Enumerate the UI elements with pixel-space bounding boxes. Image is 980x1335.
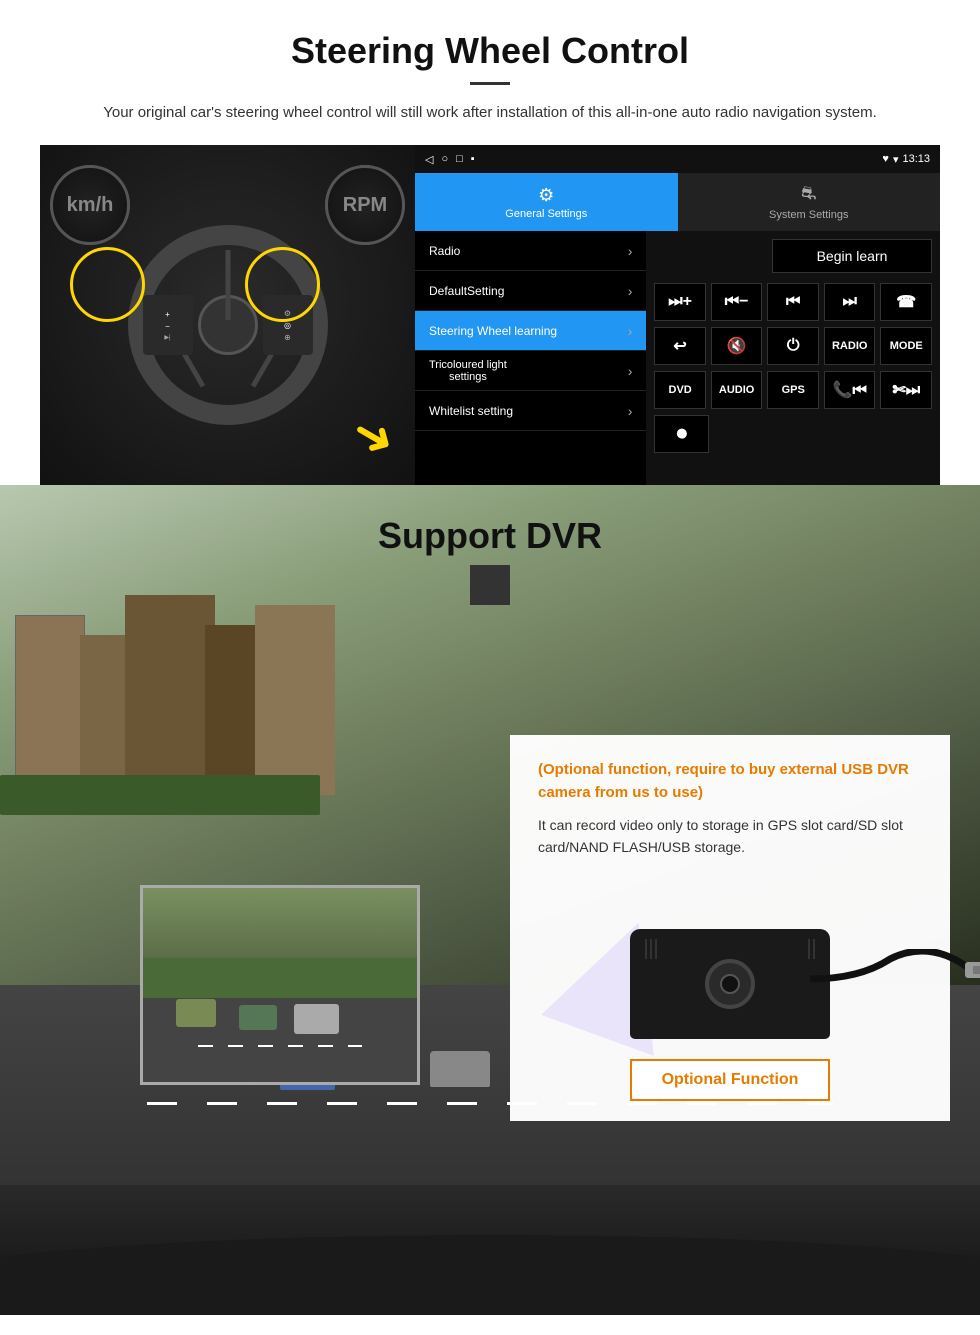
menu-item-whitelist[interactable]: Whitelist setting ›: [415, 391, 646, 431]
signal-icon: ♥: [882, 153, 889, 165]
ctrl-row-1: ⏭+ ⏮− ⏮ ⏭ ☎: [654, 283, 932, 321]
menu-chevron-default: ›: [628, 283, 633, 299]
dvr-camera-illustration: [538, 879, 922, 1039]
ctrl-vol-up[interactable]: ⏭+: [654, 283, 706, 321]
menu-list: Radio › DefaultSetting › Steering Wheel …: [415, 231, 646, 485]
steering-composite: km/h RPM + − ▶|: [40, 145, 940, 485]
menu-item-whitelist-label: Whitelist setting: [429, 404, 513, 418]
ctrl-record[interactable]: ⏺: [654, 415, 709, 453]
ctrl-phone-prev[interactable]: 📞⏮: [824, 371, 876, 409]
general-settings-icon: ⚙: [538, 185, 554, 206]
menu-item-default-setting[interactable]: DefaultSetting ›: [415, 271, 646, 311]
title-divider: [470, 82, 510, 85]
ctrl-next-track[interactable]: ⏭: [824, 283, 876, 321]
wifi-icon: ▾: [893, 153, 899, 166]
dvr-divider: [470, 565, 510, 605]
menu-chevron-steering: ›: [628, 323, 633, 339]
begin-learn-row: Begin learn: [654, 239, 932, 273]
ctrl-row-2: ↩ 🔇 ⏻ RADIO MODE: [654, 327, 932, 365]
nav-recent-icon[interactable]: □: [456, 153, 463, 166]
menu-item-radio-label: Radio: [429, 244, 460, 258]
optional-function-button[interactable]: Optional Function: [630, 1059, 831, 1101]
android-statusbar: ◁ ○ □ ▪ ♥ ▾ 13:13: [415, 145, 940, 173]
nav-cast-icon[interactable]: ▪: [471, 153, 475, 166]
subtitle-text: Your original car's steering wheel contr…: [80, 101, 900, 125]
dvr-cable-svg: [810, 949, 980, 1029]
dvr-title-area: Support DVR: [0, 485, 980, 615]
controls-panel: Begin learn ⏭+ ⏮− ⏮ ⏭ ☎ ↩ 🔇 ⏻: [646, 231, 940, 485]
dvr-camera-body: [630, 929, 830, 1039]
page-title: Steering Wheel Control: [40, 30, 940, 72]
ctrl-row-3: DVD AUDIO GPS 📞⏮ ✄⏭: [654, 371, 932, 409]
ctrl-mute[interactable]: 🔇: [711, 327, 763, 365]
menu-item-tricoloured-label: Tricoloured lightsettings: [429, 359, 507, 383]
ctrl-hang-up[interactable]: ↩: [654, 327, 706, 365]
begin-learn-button[interactable]: Begin learn: [772, 239, 932, 273]
dvr-preview-inner: [143, 888, 417, 1082]
system-settings-icon: ⛐: [801, 183, 817, 207]
nav-home-icon[interactable]: ○: [441, 153, 448, 166]
menu-chevron-radio: ›: [628, 243, 633, 259]
dvr-desc-text: It can record video only to storage in G…: [538, 814, 922, 859]
ctrl-dvd[interactable]: DVD: [654, 371, 706, 409]
ctrl-next-special[interactable]: ✄⏭: [880, 371, 932, 409]
dvr-preview-thumbnail: [140, 885, 420, 1085]
steering-wheel-image: km/h RPM + − ▶|: [40, 145, 415, 485]
ctrl-radio[interactable]: RADIO: [824, 327, 876, 365]
android-ui-panel: ◁ ○ □ ▪ ♥ ▾ 13:13 ⚙ General Settings: [415, 145, 940, 485]
ctrl-vol-down[interactable]: ⏮−: [711, 283, 763, 321]
menu-item-default-label: DefaultSetting: [429, 284, 504, 298]
android-tabs: ⚙ General Settings ⛐ System Settings: [415, 173, 940, 231]
ctrl-phone[interactable]: ☎: [880, 283, 932, 321]
ctrl-gps[interactable]: GPS: [767, 371, 819, 409]
statusbar-info: ♥ ▾ 13:13: [882, 153, 930, 166]
ctrl-power[interactable]: ⏻: [767, 327, 819, 365]
menu-item-steering-label: Steering Wheel learning: [429, 324, 557, 338]
menu-item-tricoloured[interactable]: Tricoloured lightsettings ›: [415, 351, 646, 391]
dvr-info-card: (Optional function, require to buy exter…: [510, 735, 950, 1121]
nav-back-icon[interactable]: ◁: [425, 153, 433, 166]
android-content: Radio › DefaultSetting › Steering Wheel …: [415, 231, 940, 485]
menu-chevron-whitelist: ›: [628, 403, 633, 419]
ctrl-row-4: ⏺: [654, 415, 932, 453]
dvr-title: Support DVR: [0, 515, 980, 557]
dvr-section: Support DVR: [0, 485, 980, 1315]
ctrl-audio[interactable]: AUDIO: [711, 371, 763, 409]
status-time: 13:13: [902, 153, 930, 165]
menu-item-radio[interactable]: Radio ›: [415, 231, 646, 271]
menu-item-steering-wheel[interactable]: Steering Wheel learning ›: [415, 311, 646, 351]
tab-general-label: General Settings: [505, 208, 587, 220]
ctrl-prev-track[interactable]: ⏮: [767, 283, 819, 321]
dvr-background: Support DVR: [0, 485, 980, 1185]
dashboard-bottom: [0, 1185, 980, 1315]
tab-system-label: System Settings: [769, 209, 848, 221]
steering-wheel-section: Steering Wheel Control Your original car…: [0, 0, 980, 485]
tab-general-settings[interactable]: ⚙ General Settings: [415, 173, 678, 231]
ctrl-mode[interactable]: MODE: [880, 327, 932, 365]
menu-chevron-tricoloured: ›: [628, 363, 633, 379]
statusbar-nav: ◁ ○ □ ▪: [425, 153, 475, 166]
tab-system-settings[interactable]: ⛐ System Settings: [678, 173, 941, 231]
dvr-optional-text: (Optional function, require to buy exter…: [538, 759, 922, 804]
